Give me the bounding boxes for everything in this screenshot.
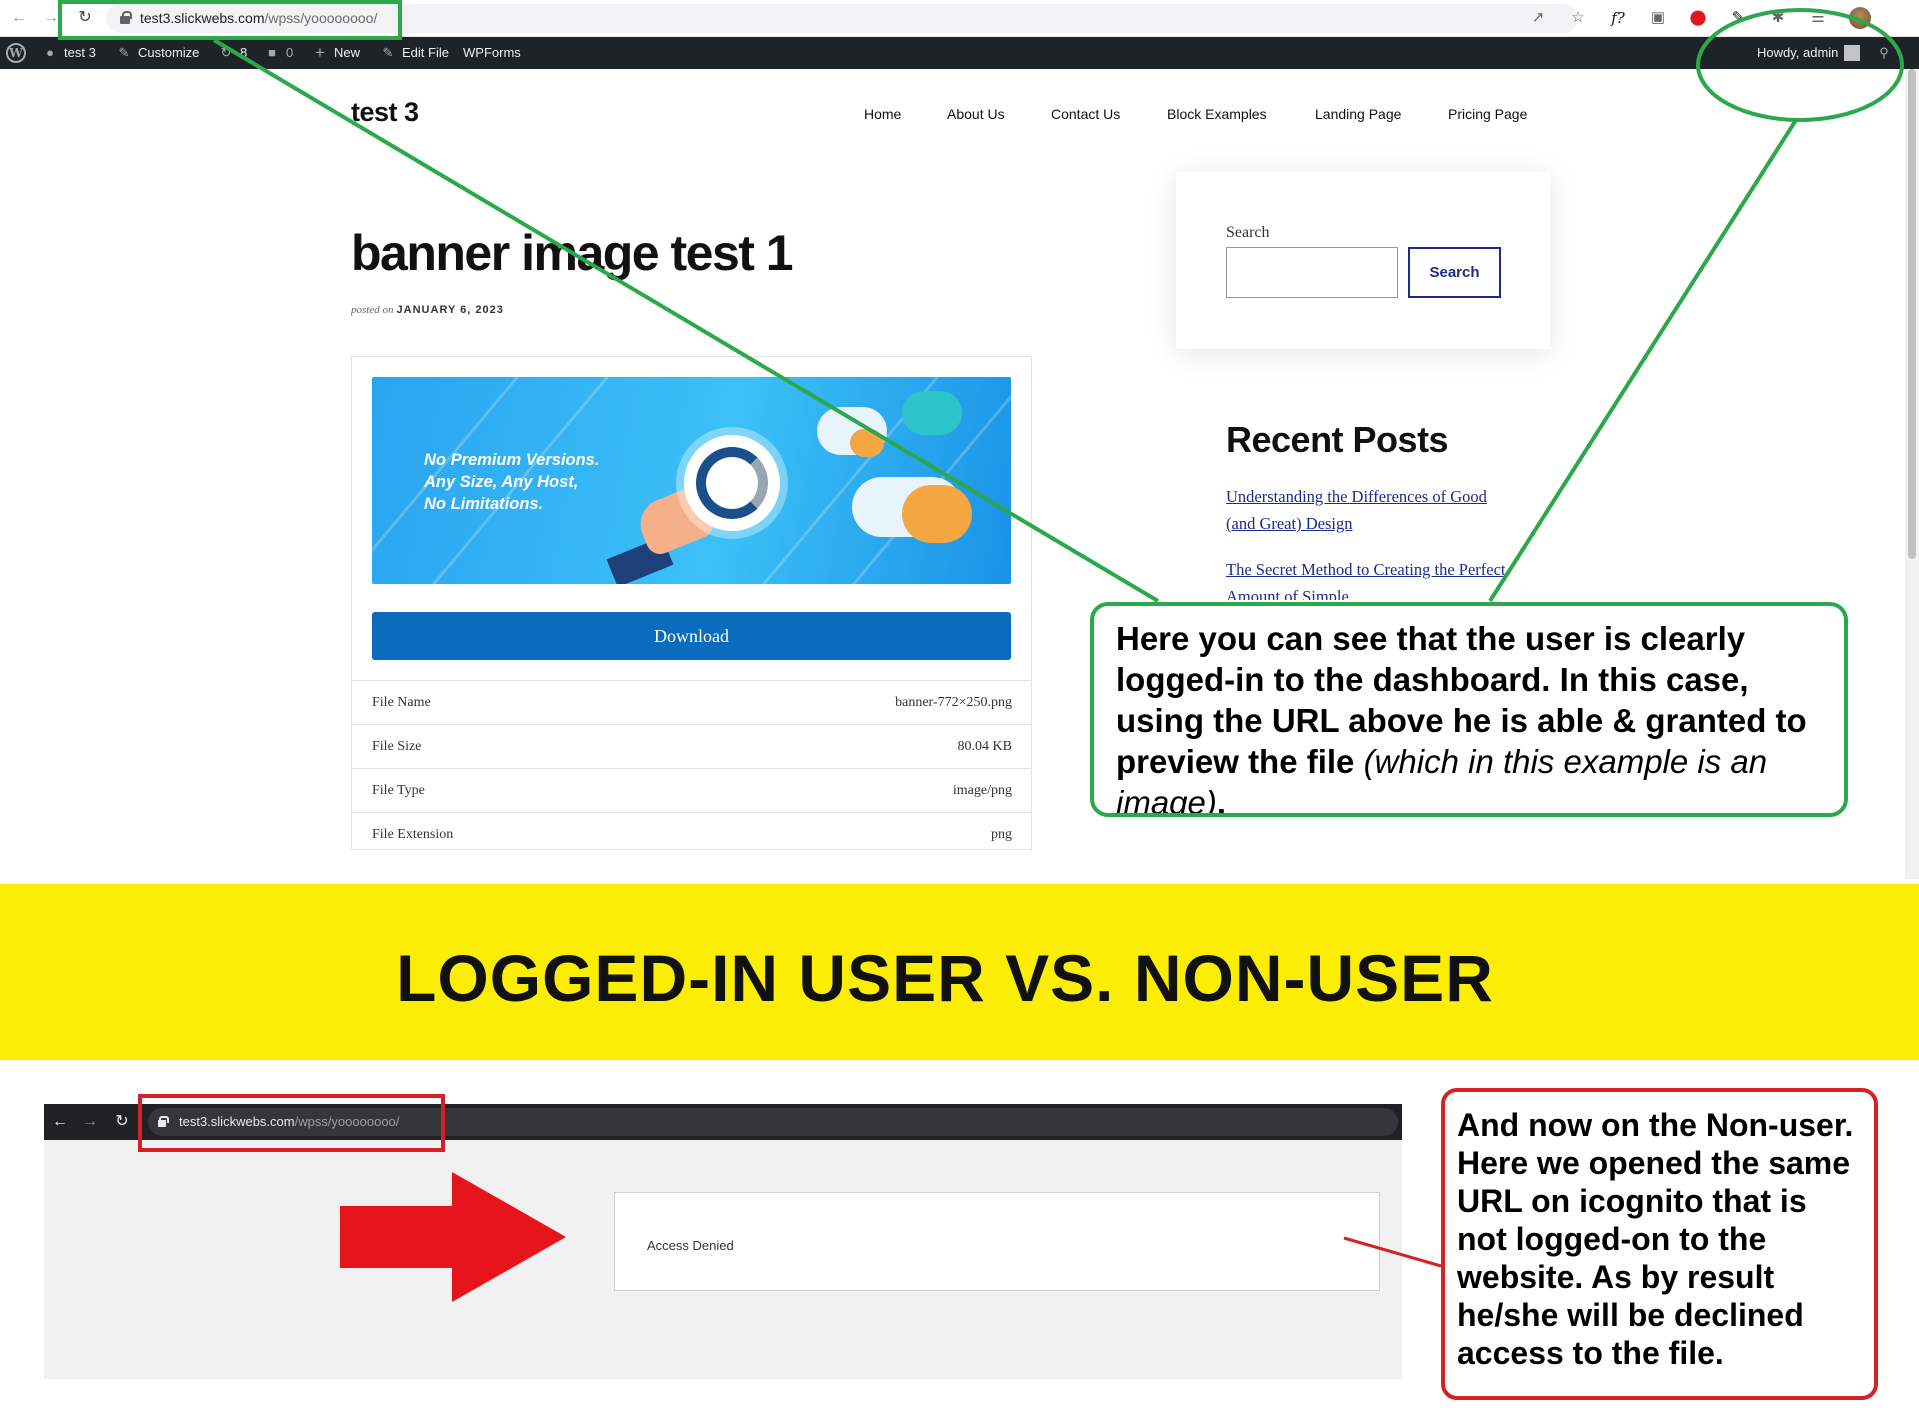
incognito-toolbar: ← → ↻ test3.slickwebs.com/wpss/yoooooooo… — [44, 1104, 1402, 1140]
customize-label: Customize — [138, 45, 200, 60]
nav-about-us[interactable]: About Us — [947, 106, 1005, 122]
browser-toolbar: ← → ↻ test3.slickwebs.com/wpss/yoooooooo… — [0, 0, 1919, 37]
new-label: New — [334, 45, 361, 60]
camera-icon[interactable]: ▣ — [1649, 9, 1667, 27]
updates-link[interactable]: ↻ 8 — [218, 37, 248, 69]
user-avatar — [1844, 45, 1861, 61]
incognito-window: ← → ↻ test3.slickwebs.com/wpss/yoooooooo… — [44, 1104, 1402, 1379]
recent-post-link[interactable]: The Secret Method to Creating the Perfec… — [1226, 556, 1516, 600]
scrollbar-thumb[interactable] — [1908, 69, 1916, 559]
search-label: Search — [1226, 224, 1270, 241]
table-row: File Extension png — [352, 812, 1031, 849]
comments-count: 0 — [286, 45, 294, 60]
download-button[interactable]: Download — [372, 612, 1011, 660]
banner-tagline: No Premium Versions. Any Size, Any Host,… — [424, 451, 600, 513]
red-arrow-icon — [340, 1172, 566, 1302]
media-playlist-icon[interactable]: ☰ — [1809, 9, 1827, 27]
incognito-address-url[interactable]: test3.slickwebs.com/wpss/yoooooooo/ — [179, 1114, 399, 1129]
file-preview-card: No Premium Versions. Any Size, Any Host,… — [351, 356, 1032, 850]
wp-logo-menu[interactable]: W — [6, 37, 26, 69]
pencil-icon: ✎ — [382, 45, 394, 60]
search-button[interactable]: Search — [1408, 247, 1501, 298]
edit-file-link[interactable]: ✎ Edit File — [380, 37, 449, 69]
file-extension-key: File Extension — [372, 827, 454, 842]
wordpress-logo-icon: W — [6, 43, 26, 63]
file-name-value: banner-772×250.png — [895, 695, 1012, 710]
opera-icon[interactable]: ⬤ — [1689, 9, 1707, 27]
nav-contact-us[interactable]: Contact Us — [1051, 106, 1120, 122]
table-row: File Name banner-772×250.png — [352, 680, 1031, 724]
file-size-key: File Size — [372, 739, 422, 754]
forward-icon[interactable]: → — [80, 1112, 100, 1132]
profile-avatar[interactable] — [1849, 7, 1871, 29]
bookmark-star-icon[interactable]: ☆ — [1569, 9, 1587, 27]
search-icon: ⚲ — [1879, 45, 1889, 60]
lock-icon — [158, 1116, 169, 1127]
share-icon[interactable]: ↗ — [1529, 9, 1547, 27]
lock-icon — [120, 11, 132, 24]
my-account-menu[interactable]: Howdy, admin — [1757, 37, 1861, 69]
banner-image: No Premium Versions. Any Size, Any Host,… — [372, 377, 1011, 584]
table-row: File Type image/png — [352, 768, 1031, 812]
file-info-table: File Name banner-772×250.png File Size 8… — [352, 680, 1031, 849]
back-icon[interactable]: ← — [50, 1112, 70, 1132]
customize-link[interactable]: ✎ Customize — [116, 37, 200, 69]
sync-circle-icon — [684, 435, 780, 531]
dashboard-icon: ● — [46, 45, 54, 60]
access-denied-box: Access Denied — [614, 1192, 1380, 1291]
posted-on-label: posted on — [351, 304, 394, 316]
green-annotation-note: Here you can see that the user is clearl… — [1090, 602, 1848, 817]
access-denied-message: Access Denied — [647, 1238, 734, 1253]
comments-link[interactable]: ■ 0 — [264, 37, 293, 69]
nav-home[interactable]: Home — [864, 106, 901, 122]
table-row: File Size 80.04 KB — [352, 724, 1031, 768]
brush-icon: ✎ — [118, 45, 130, 60]
file-size-value: 80.04 KB — [957, 739, 1012, 754]
file-type-value: image/png — [952, 783, 1012, 798]
updates-icon: ↻ — [220, 45, 232, 60]
comparison-banner: LOGGED-IN USER VS. NON-USER — [0, 884, 1919, 1060]
search-widget: Search Search — [1176, 172, 1550, 349]
reload-icon[interactable]: ↻ — [74, 7, 96, 29]
plus-icon: + — [315, 43, 325, 62]
recent-post-link[interactable]: Understanding the Differences of Good (a… — [1226, 483, 1516, 537]
post-title: banner image test 1 — [351, 225, 794, 281]
forward-icon[interactable]: → — [40, 7, 62, 29]
file-extension-value: png — [991, 827, 1012, 842]
admin-search-button[interactable]: ⚲ — [1876, 37, 1892, 69]
red-annotation-note: And now on the Non-user. Here we opened … — [1441, 1088, 1878, 1400]
post-meta: posted on JANUARY 6, 2023 — [351, 304, 504, 316]
pen-extension-icon[interactable]: ✎ — [1729, 9, 1747, 27]
nav-pricing-page[interactable]: Pricing Page — [1448, 106, 1527, 122]
site-name-menu[interactable]: ● test 3 — [42, 37, 96, 69]
green-note-end: . — [1216, 784, 1227, 817]
wp-admin-bar: W ● test 3 ✎ Customize ↻ 8 ■ 0 + New ✎ E… — [0, 37, 1919, 69]
search-input[interactable] — [1226, 247, 1398, 298]
file-type-key: File Type — [372, 783, 425, 798]
nav-block-examples[interactable]: Block Examples — [1167, 106, 1267, 122]
file-name-key: File Name — [372, 695, 431, 710]
wpforms-menu[interactable]: WPForms — [463, 37, 521, 69]
site-name-label: test 3 — [64, 45, 96, 60]
wpforms-label: WPForms — [463, 45, 521, 60]
comment-bubble-icon: ■ — [268, 45, 276, 60]
address-url[interactable]: test3.slickwebs.com/wpss/yoooooooo/ — [140, 10, 377, 26]
back-icon[interactable]: ← — [8, 7, 30, 29]
site-title[interactable]: test 3 — [351, 97, 419, 128]
formula-extension-icon[interactable]: f? — [1609, 9, 1627, 27]
edit-file-label: Edit File — [402, 45, 449, 60]
comparison-title: LOGGED-IN USER VS. NON-USER — [396, 941, 1494, 1015]
recent-posts-heading: Recent Posts — [1226, 419, 1449, 460]
page-scrollbar[interactable] — [1905, 69, 1919, 879]
nav-landing-page[interactable]: Landing Page — [1315, 106, 1401, 122]
howdy-label: Howdy, admin — [1757, 45, 1839, 60]
updates-count: 8 — [240, 45, 248, 60]
reload-icon[interactable]: ↻ — [112, 1112, 132, 1132]
new-content-menu[interactable]: + New — [312, 37, 360, 69]
post-date[interactable]: JANUARY 6, 2023 — [397, 304, 504, 316]
puzzle-extensions-icon[interactable]: ✱ — [1769, 9, 1787, 27]
extension-icons: ↗ ☆ f? ▣ ⬤ ✎ ✱ ☰ ▢ — [1529, 9, 1867, 27]
